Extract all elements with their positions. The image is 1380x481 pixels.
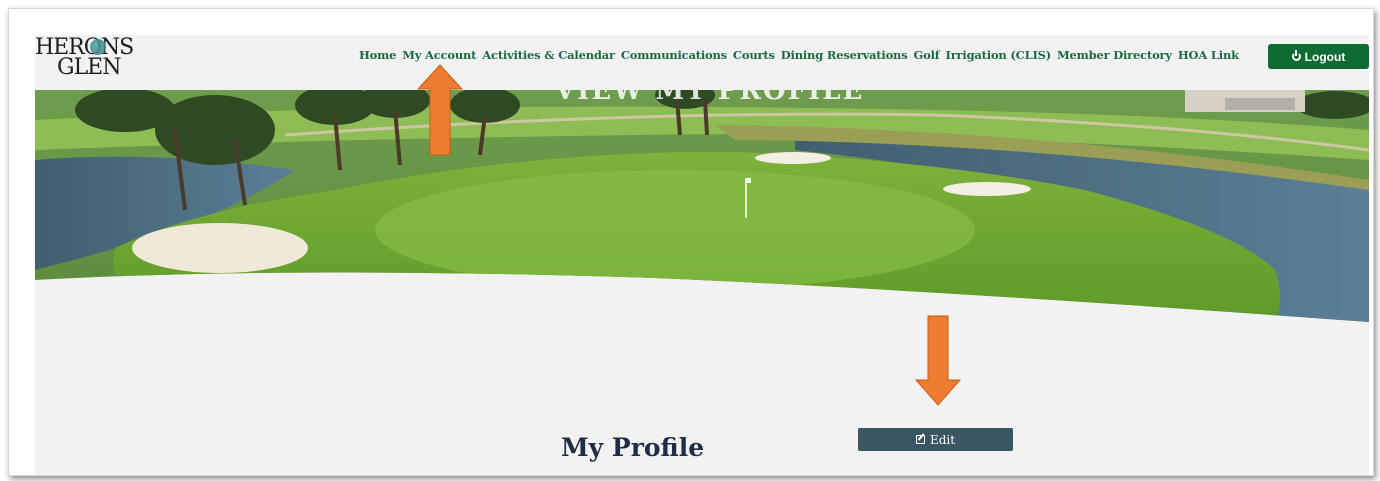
nav-my-account[interactable]: My Account <box>402 48 476 62</box>
logo-text-glen: GLEN <box>57 55 121 80</box>
nav-irrigation[interactable]: Irrigation (CLIS) <box>946 48 1052 62</box>
nav-dining-reservations[interactable]: Dining Reservations <box>781 48 908 62</box>
screenshot-frame: HERONS GLEN Home My Account Activities &… <box>8 8 1374 476</box>
nav-courts[interactable]: Courts <box>733 48 775 62</box>
page-title: My Profile <box>561 433 705 462</box>
site-header: HERONS GLEN Home My Account Activities &… <box>35 35 1369 90</box>
nav-golf[interactable]: Golf <box>914 48 940 62</box>
nav-member-directory[interactable]: Member Directory <box>1057 48 1172 62</box>
edit-button[interactable]: Edit <box>858 428 1013 451</box>
nav-activities-calendar[interactable]: Activities & Calendar <box>482 48 615 62</box>
nav-hoa-link[interactable]: HOA Link <box>1178 48 1239 62</box>
power-icon <box>1291 50 1301 61</box>
nav-communications[interactable]: Communications <box>621 48 727 62</box>
herons-glen-logo[interactable]: HERONS GLEN <box>35 35 135 81</box>
edit-label: Edit <box>929 432 956 447</box>
hero-banner: VIEW MY PROFILE <box>35 76 1369 322</box>
logout-button[interactable]: Logout <box>1268 44 1369 69</box>
edit-icon <box>915 435 925 444</box>
page: HERONS GLEN Home My Account Activities &… <box>35 35 1369 475</box>
golf-course-image <box>35 90 1369 322</box>
main-nav: Home My Account Activities & Calendar Co… <box>359 48 1239 62</box>
down-arrow-annotation <box>914 315 962 406</box>
nav-home[interactable]: Home <box>359 48 396 62</box>
logout-label: Logout <box>1304 49 1346 64</box>
up-arrow-annotation <box>416 64 464 156</box>
heron-logo-icon <box>90 39 106 55</box>
